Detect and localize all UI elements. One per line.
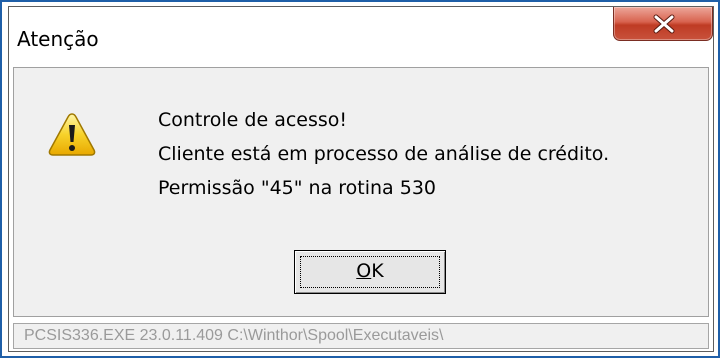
message-line-1: Controle de acesso! (158, 109, 348, 131)
title-bar[interactable]: Atenção (9, 7, 713, 65)
status-text: PCSIS336.EXE 23.0.11.409 C:\Winthor\Spoo… (24, 327, 444, 344)
close-button[interactable] (613, 7, 713, 41)
ok-label-rest: K (371, 260, 384, 282)
ok-mnemonic: O (356, 260, 372, 282)
ok-button-label: OK (295, 260, 445, 282)
message-line-3: Permissão "45" na rotina 530 (158, 177, 436, 199)
warning-icon (48, 113, 96, 156)
message-line-2: Cliente está em processo de análise de c… (158, 143, 610, 165)
close-icon (653, 14, 675, 34)
window-title: Atenção (17, 27, 99, 51)
dialog-window: Atenção Controle de acesso! Cliente está… (8, 6, 714, 352)
ok-button[interactable]: OK (294, 250, 446, 294)
screenshot-frame: Atenção Controle de acesso! Cliente está… (0, 0, 720, 358)
status-bar: PCSIS336.EXE 23.0.11.409 C:\Winthor\Spoo… (13, 323, 709, 349)
dialog-body: Controle de acesso! Cliente está em proc… (13, 67, 709, 317)
